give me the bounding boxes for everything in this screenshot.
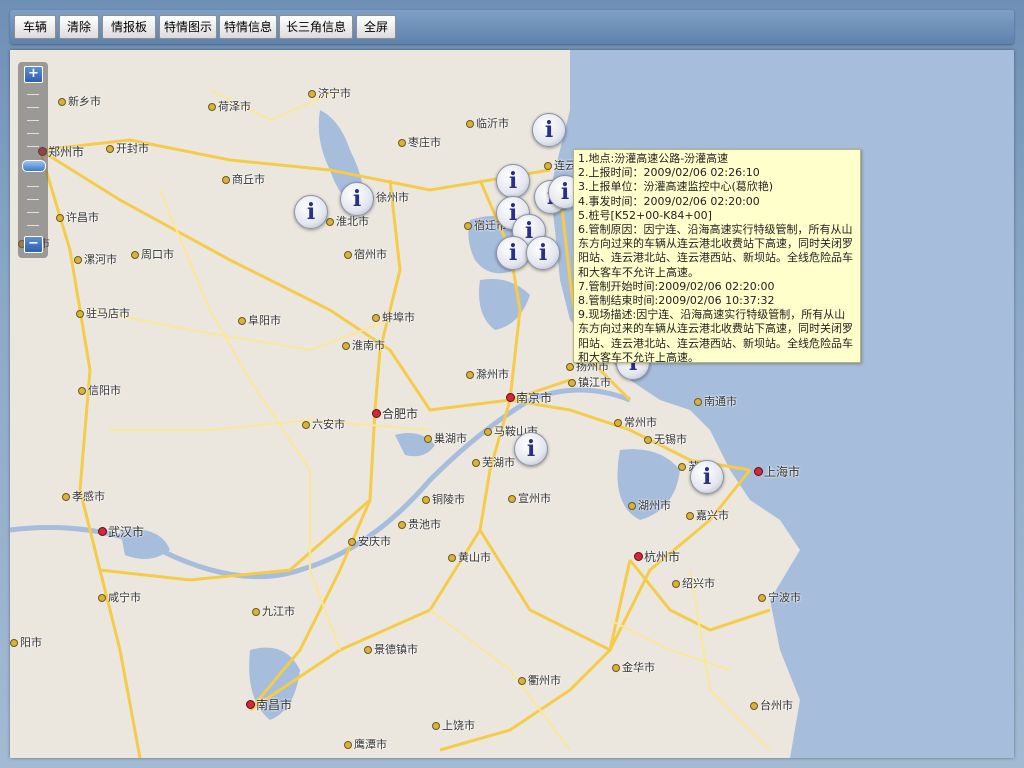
fullscreen-button[interactable]: 全屏 xyxy=(356,15,396,39)
city-label: 宁波市 xyxy=(758,592,801,604)
city-label: 开封市 xyxy=(106,143,149,155)
zoom-tick xyxy=(27,225,39,226)
city-label: 上海市 xyxy=(754,466,800,478)
city-label: 南京市 xyxy=(506,392,552,404)
incident-info-button[interactable]: 特情信息 xyxy=(219,15,277,39)
city-label: 荷泽市 xyxy=(208,101,251,113)
city-label: 漯河市 xyxy=(74,254,117,266)
popup-line-incident-time: 4.事发时间：2009/02/06 02:20:00 xyxy=(578,194,760,208)
zoom-tick xyxy=(27,199,39,200)
map-base-layer xyxy=(10,50,1014,758)
popup-line-control-reason: 6.管制原因：因宁连、沿海高速实行特级管制，所有从山东方向过来的车辆从连云港北收… xyxy=(578,223,853,279)
city-label: 驻马店市 xyxy=(76,308,130,320)
city-label: 九江市 xyxy=(252,606,295,618)
info-board-button[interactable]: 情报板 xyxy=(102,15,156,39)
zoom-tick xyxy=(27,107,39,108)
zoom-tick xyxy=(27,120,39,121)
popup-line-description: 9.现场描述:因宁连、沿海高速实行特级管制，所有从山东方向过来的车辆从连云港北收… xyxy=(578,308,853,364)
city-label: 嘉兴市 xyxy=(686,510,729,522)
city-label: 黄山市 xyxy=(448,552,491,564)
city-label: 常州市 xyxy=(614,417,657,429)
city-label: 滁州市 xyxy=(466,369,509,381)
city-label: 周口市 xyxy=(131,249,174,261)
yangtze-delta-info-button[interactable]: 长三角信息 xyxy=(279,15,353,39)
city-label: 孝感市 xyxy=(62,491,105,503)
city-label: 阜阳市 xyxy=(238,315,281,327)
popup-line-control-end: 8.管制结束时间:2009/02/06 10:37:32 xyxy=(578,294,775,308)
toolbar: 车辆 清除 情报板 特情图示 特情信息 长三角信息 全屏 xyxy=(10,10,1014,44)
city-label: 宣州市 xyxy=(508,493,551,505)
city-label: 鹰潭市 xyxy=(344,739,387,751)
info-marker-icon[interactable]: i xyxy=(526,236,560,270)
city-label: 芜湖市 xyxy=(472,457,515,469)
city-label: 新乡市 xyxy=(58,96,101,108)
city-label: 镇江市 xyxy=(568,377,611,389)
city-label: 淮北市 xyxy=(326,216,369,228)
city-label: 无锡市 xyxy=(644,434,687,446)
zoom-in-button[interactable]: + xyxy=(24,66,43,83)
city-label: 武汉市 xyxy=(98,526,144,538)
city-label: 杭州市 xyxy=(634,551,680,563)
zoom-tick xyxy=(27,146,39,147)
popup-line-control-start: 7.管制开始时间:2009/02/06 02:20:00 xyxy=(578,279,775,293)
popup-line-report-time: 2.上报时间：2009/02/06 02:26:10 xyxy=(578,166,760,180)
zoom-tick xyxy=(27,94,39,95)
city-label: 上饶市 xyxy=(432,720,475,732)
zoom-slider-handle[interactable] xyxy=(22,160,46,172)
city-label: 景德镇市 xyxy=(364,644,418,656)
city-label: 许昌市 xyxy=(56,212,99,224)
city-label: 商丘市 xyxy=(222,174,265,186)
city-label: 枣庄市 xyxy=(398,137,441,149)
city-label: 金华市 xyxy=(612,662,655,674)
info-marker-icon[interactable]: i xyxy=(690,460,724,494)
city-label: 台州市 xyxy=(750,700,793,712)
city-label: 济宁市 xyxy=(308,88,351,100)
city-label: 贵池市 xyxy=(398,519,441,531)
lake xyxy=(479,279,530,330)
map-view[interactable]: 新乡市 郑州市 开封市 荷泽市 济宁市 临沂市 枣庄市 商丘市 徐州市 连云 淮… xyxy=(10,50,1014,758)
city-label: 临沂市 xyxy=(466,118,509,130)
popup-line-location: 1.地点:汾灌高速公路-汾灌高速 xyxy=(578,152,729,165)
zoom-control: + − xyxy=(18,62,48,258)
city-label: 湖州市 xyxy=(628,500,671,512)
city-label: 蚌埠市 xyxy=(372,312,415,324)
info-marker-icon[interactable]: i xyxy=(496,236,530,270)
city-label: 信阳市 xyxy=(78,385,121,397)
city-label: 合肥市 xyxy=(372,408,418,420)
city-label: 南通市 xyxy=(694,396,737,408)
city-label: 六安市 xyxy=(302,419,345,431)
city-label: 巢湖市 xyxy=(424,433,467,445)
vehicle-button[interactable]: 车辆 xyxy=(14,15,56,39)
city-label: 绍兴市 xyxy=(672,578,715,590)
incident-info-popup: 1.地点:汾灌高速公路-汾灌高速 2.上报时间：2009/02/06 02:26… xyxy=(573,149,861,364)
city-label: 铜陵市 xyxy=(422,494,465,506)
city-label: 南昌市 xyxy=(246,699,292,711)
city-label: 淮南市 xyxy=(342,340,385,352)
zoom-tick xyxy=(27,133,39,134)
incident-map-button[interactable]: 特情图示 xyxy=(159,15,217,39)
city-label: 安庆市 xyxy=(348,536,391,548)
info-marker-icon[interactable]: i xyxy=(294,195,328,229)
city-label: 衢州市 xyxy=(518,675,561,687)
popup-line-report-unit: 3.上报单位：汾灌高速监控中心(葛欣艳) xyxy=(578,180,774,194)
popup-line-stake: 5.桩号[K52+00-K84+00] xyxy=(578,208,712,222)
info-marker-icon[interactable]: i xyxy=(340,182,374,216)
city-label: 阳市 xyxy=(10,637,42,649)
zoom-tick xyxy=(27,212,39,213)
clear-button[interactable]: 清除 xyxy=(59,15,99,39)
zoom-out-button[interactable]: − xyxy=(24,236,43,253)
city-label: 宿州市 xyxy=(344,249,387,261)
zoom-tick xyxy=(27,186,39,187)
city-label: 连云 xyxy=(544,160,576,172)
info-marker-icon[interactable]: i xyxy=(514,432,548,466)
city-label: 咸宁市 xyxy=(98,592,141,604)
info-marker-icon[interactable]: i xyxy=(532,113,566,147)
info-marker-icon[interactable]: i xyxy=(496,164,530,198)
